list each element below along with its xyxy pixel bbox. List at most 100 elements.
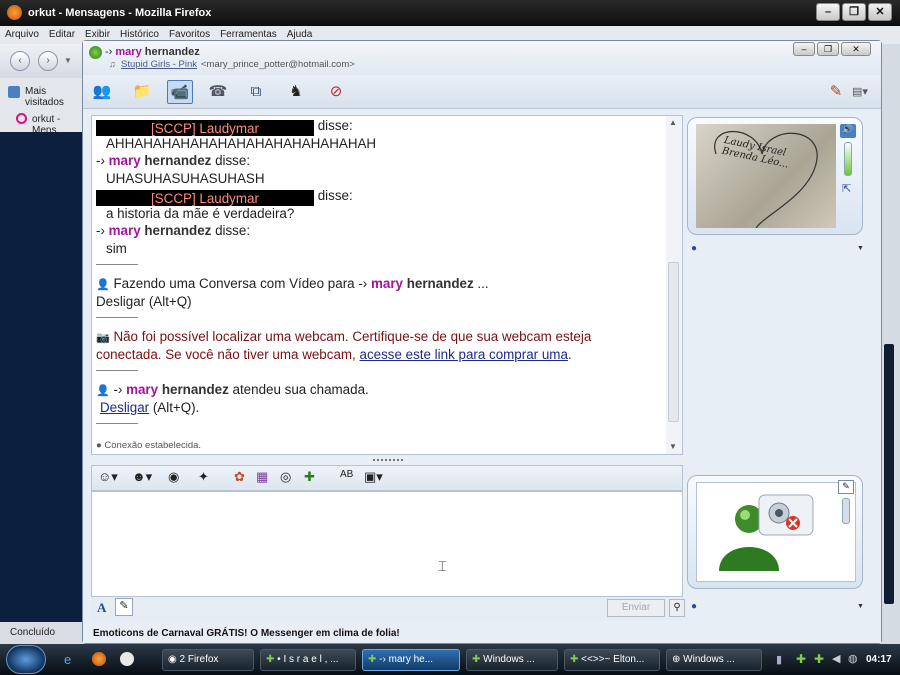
task-windows-2[interactable]: ⊕ Windows ... [666,649,762,671]
task-firefox[interactable]: ◉ 2 Firefox [162,649,254,671]
volume-icon[interactable]: 🔊 [840,124,856,138]
clock[interactable]: 04:17 [866,654,892,665]
winks-icon[interactable]: ☻▾ [132,469,152,485]
customize-paint-icon[interactable]: ✎ [823,80,849,104]
send-files-icon[interactable]: 📁 [129,80,155,104]
scroll-down-icon[interactable]: ▼ [669,442,677,451]
webcam-icon: 👤 [96,385,110,397]
start-button[interactable] [6,645,46,674]
expand-video-icon[interactable]: ⇱ [842,182,851,195]
activities-icon[interactable]: ⧉ [243,80,269,104]
contact-personal-message[interactable]: Stupid Girls - Pink [121,59,197,70]
buy-webcam-link[interactable]: acesse este link para comprar uma [360,347,568,362]
menu-editar[interactable]: Editar [44,26,80,43]
change-picture-icon[interactable]: ✎ [838,480,854,494]
message-input[interactable]: ⌶ [91,491,683,597]
my-webcam-toggle-icon[interactable]: ● [691,601,697,612]
msn-buddy-icon [719,494,814,571]
my-panel-menu-icon[interactable]: ▼ [857,603,864,610]
close-button[interactable]: ✕ [868,3,892,21]
message-text: sim [106,241,127,256]
invite-contact-icon[interactable]: 👥 [89,80,115,104]
task-chat-elton[interactable]: ✚ <<>>~ Elton... [564,649,660,671]
message-text: a historia da mãe é verdadeira? [106,206,295,221]
send-button[interactable]: Enviar [607,599,665,617]
messenger-icon[interactable]: ✚ [304,469,315,485]
tray-icon-2[interactable]: ✚ [814,652,824,666]
contact-video-panel: Laudy Israel Brenda Léo... 🔊 ⇱ [687,117,863,235]
window-task-icon: ✚ [472,654,481,665]
spell-check-icon[interactable]: AB [340,469,353,480]
calendar-icon[interactable]: ▦ [256,469,268,485]
input-bottom-bar: A ✎ Enviar ⚲ [91,597,685,621]
ad-banner[interactable]: Emoticons de Carnaval GRÁTIS! O Messenge… [83,625,881,643]
task-chat-mary[interactable]: ✚ -› mary he... [362,649,460,671]
maximize-button[interactable]: ❐ [842,3,866,21]
pane-resize-handle[interactable] [373,459,403,463]
contact-panel-menu-icon[interactable]: ▼ [857,245,864,252]
voice-clip-icon[interactable]: ✦ [198,469,209,485]
forward-button[interactable]: › [38,51,58,71]
emoticons-icon[interactable]: ☺▾ [98,469,118,485]
messenger-window: -› mary hernandez ♫ Stupid Girls - Pink … [82,40,882,644]
browser-tab[interactable]: orkut - Mens [0,106,86,136]
camera-icon[interactable]: ◎ [280,469,291,485]
webcam-error-icon: 📷 [96,332,110,344]
msn-minimize-button[interactable]: – [793,42,815,56]
sender-name-redacted: [SCCP] Laudymar [96,120,314,136]
history-dropdown-icon[interactable]: ▼ [64,56,72,65]
scroll-thumb[interactable] [668,262,679,422]
send-picture-icon[interactable]: ▣▾ [364,469,383,485]
handwriting-icon[interactable]: ✎ [115,598,133,616]
bookmark-mais-visitados[interactable]: Mais visitados [25,86,86,108]
tray-network-icon[interactable]: ▮ [776,653,782,666]
message-text: UHASUHASUHASUHASH [106,171,265,186]
taskbar: e ◉ 2 Firefox ✚ • I s r a e l , ... ✚ -›… [0,644,900,675]
task-windows-1[interactable]: ✚ Windows ... [466,649,558,671]
conversation-history: [SCCP] Laudymar disse: AHHAHAHAHAHAHAHAH… [91,115,683,455]
video-call-notice: 👤 Fazendo uma Conversa com Vídeo para -›… [96,276,489,291]
tray-messenger-icon[interactable]: ✚ [796,652,806,666]
bookmarks-bar: Mais visitados [0,78,86,108]
message-header: [SCCP] Laudymar disse: [96,117,353,136]
tray-icon-3[interactable]: ◍ [848,652,858,665]
back-button[interactable]: ‹ [10,51,30,71]
message-header: -› mary hernandez disse: [96,153,251,168]
msn-close-button[interactable]: ✕ [841,42,871,56]
firefox-title-bar: orkut - Mensagens - Mozilla Firefox – ❐ … [0,0,900,26]
hangup-link[interactable]: Desligar [100,400,149,415]
scroll-thumb[interactable] [884,344,894,604]
minimize-button[interactable]: – [816,3,840,21]
contact-webcam-toggle-icon[interactable]: ● [691,243,697,254]
font-icon[interactable]: A [97,600,106,616]
block-contact-icon[interactable]: ⊘ [323,80,349,104]
connection-status: ● Conexão estabelecida. [96,440,202,451]
nudge-icon[interactable]: ◉ [168,469,179,485]
volume-slider[interactable] [844,142,852,176]
search-icon[interactable]: ⚲ [669,599,685,617]
app-quicklaunch-icon[interactable] [120,652,134,666]
conversation-header: -› mary hernandez ♫ Stupid Girls - Pink … [83,41,881,75]
scroll-up-icon[interactable]: ▲ [669,118,677,127]
headphones-icon: ♫ [109,59,116,69]
formatting-toolbar: ☺▾ ☻▾ ◉ ✦ ✿ ▦ ◎ ✚ AB ▣▾ [91,465,683,491]
message-header: -› mary hernandez disse: [96,223,251,238]
msn-maximize-button[interactable]: ❐ [817,42,839,56]
games-icon[interactable]: ♞ [283,80,309,104]
window-title: orkut - Mensagens - Mozilla Firefox [28,7,212,19]
menu-arquivo[interactable]: Arquivo [0,26,44,43]
tray-speaker-icon[interactable]: ◀ [832,652,840,665]
conversation-scrollbar[interactable]: ▲ ▼ [666,116,682,454]
status-text: Concluído [10,627,56,638]
task-chat-israel[interactable]: ✚ • I s r a e l , ... [260,649,356,671]
ie-quicklaunch-icon[interactable]: e [64,652,71,667]
call-phone-icon[interactable]: ☎ [205,80,231,104]
text-cursor-icon: ⌶ [438,558,447,574]
firefox-quicklaunch-icon[interactable] [92,652,106,666]
hangup-hint: Desligar (Alt+Q) [96,294,192,309]
video-call-icon[interactable]: 📹 [167,80,193,104]
menu-dropdown-icon[interactable]: ▤▾ [847,80,873,104]
picture-size-slider[interactable] [842,498,850,524]
backgrounds-icon[interactable]: ✿ [234,469,245,485]
my-display-picture-panel: ✎ [687,475,863,589]
